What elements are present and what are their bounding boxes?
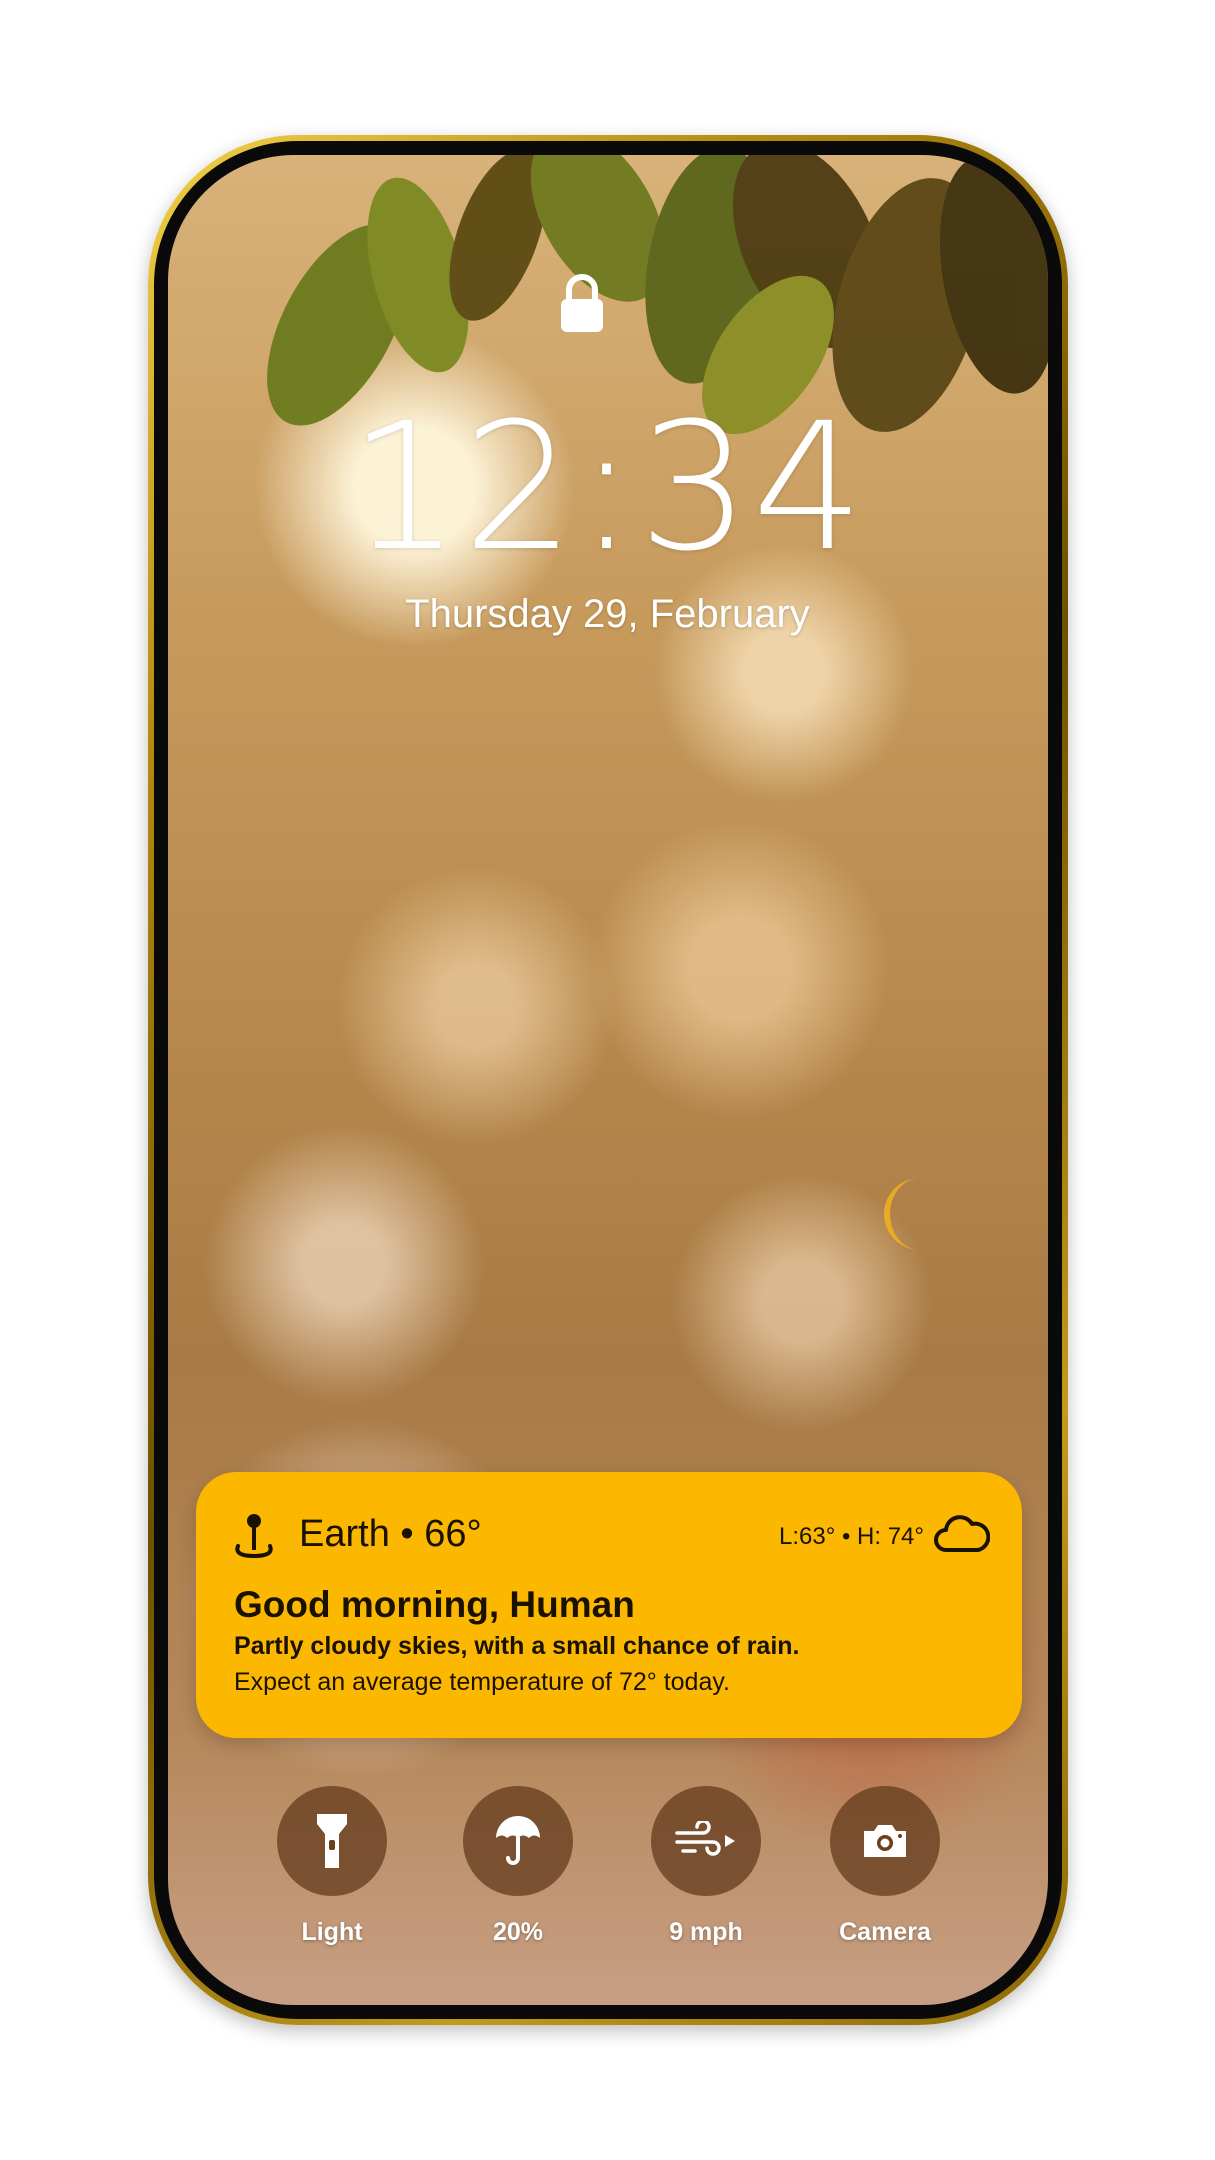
camera-icon (864, 1825, 906, 1857)
cloud-icon (934, 1515, 990, 1552)
lock-date: Thursday 29, February (405, 592, 810, 636)
quick-action-camera[interactable]: Camera (825, 1786, 945, 1947)
umbrella-icon (496, 1816, 540, 1865)
weather-widget[interactable]: Earth • 66° L:63° • H: 74° Good morning,… (196, 1472, 1022, 1738)
wind-button[interactable] (651, 1786, 761, 1896)
lock-icon (561, 274, 603, 332)
weather-hilo: L:63° • H: 74° (778, 1523, 924, 1550)
quick-action-rain[interactable]: 20% (458, 1786, 578, 1947)
lock-time: 12:34 (348, 385, 867, 590)
quick-action-wind[interactable]: 9 mph (646, 1786, 766, 1947)
flashlight-button[interactable] (277, 1786, 387, 1896)
quick-action-label: 20% (492, 1918, 544, 1946)
umbrella-button[interactable] (463, 1786, 573, 1896)
moon-decoration (884, 1178, 920, 1250)
weather-summary: Partly cloudy skies, with a small chance… (234, 1632, 800, 1660)
quick-action-light[interactable]: Light (272, 1786, 392, 1947)
quick-action-label: 9 mph (669, 1918, 743, 1946)
weather-greeting: Good morning, Human (234, 1584, 635, 1625)
camera-button[interactable] (830, 1786, 940, 1896)
quick-action-label: Camera (839, 1918, 931, 1946)
wind-icon (675, 1821, 735, 1856)
weather-detail: Expect an average temperature of 72° tod… (234, 1668, 730, 1696)
weather-location: Earth • 66° (299, 1513, 482, 1555)
location-pin-icon (235, 1514, 273, 1559)
quick-action-label: Light (301, 1918, 363, 1946)
flashlight-icon (317, 1814, 347, 1868)
